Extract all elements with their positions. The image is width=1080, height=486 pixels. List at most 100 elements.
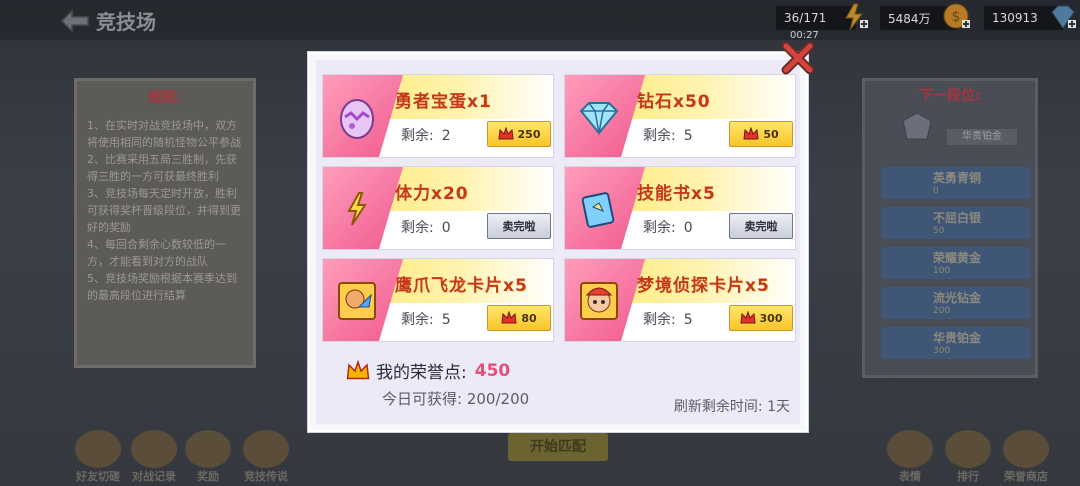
rank-cups: 300: [933, 346, 951, 356]
detective-card-icon: [580, 282, 618, 320]
buy-button[interactable]: 80: [487, 305, 551, 331]
add-stamina-icon[interactable]: [840, 2, 870, 32]
rank-name: 英勇青铜: [933, 171, 982, 185]
button-label: 对战记录: [132, 470, 176, 483]
next-rank-panel: 下一段位: 华贵铂金 英勇青铜 0 不屈白银 50 荣耀黄金 100 流光钻金 …: [862, 78, 1038, 378]
start-match-button[interactable]: 开始匹配: [508, 433, 608, 461]
remaining-label: 剩余:: [401, 220, 434, 236]
leaderboard-icon: [945, 430, 991, 468]
leaderboard-button[interactable]: 排行: [938, 430, 998, 486]
price-value: 300: [759, 311, 783, 325]
daily-value: 200/200: [466, 390, 530, 408]
rules-text: 1、在实时对战竞技场中，双方将使用相同的随机怪物公平参战 2、比赛采用五局三胜制…: [77, 107, 253, 314]
item-remaining: 剩余: 5: [401, 309, 451, 329]
rank-cups: 0: [933, 186, 939, 196]
add-diamond-icon[interactable]: [1048, 2, 1078, 32]
shop-item-card[interactable]: 技能书x5 剩余: 0 卖完啦: [564, 166, 796, 250]
remaining-label: 剩余:: [643, 220, 676, 236]
close-icon[interactable]: [780, 40, 816, 76]
button-label: 表情: [899, 470, 921, 483]
daily-limit: 今日可获得: 200/200: [382, 388, 529, 409]
arena-legend-icon: [243, 430, 289, 468]
crown-icon: [346, 359, 370, 379]
button-label: 荣誉商店: [1004, 470, 1048, 483]
button-label: 奖励: [197, 470, 219, 483]
remaining-value: 5: [441, 312, 451, 328]
rank-row: 流光钻金 200: [881, 287, 1031, 319]
item-remaining: 剩余: 5: [643, 309, 693, 329]
rules-panel: 规则: 1、在实时对战竞技场中，双方将使用相同的随机怪物公平参战 2、比赛采用五…: [74, 78, 256, 368]
shop-item-card[interactable]: 勇者宝蛋x1 剩余: 2 250: [322, 74, 554, 158]
rank-cups: 200: [933, 306, 951, 316]
honor-points: 我的荣誉点: 450: [346, 358, 510, 383]
remaining-value: 0: [683, 220, 693, 236]
stamina-counter[interactable]: 36/171: [776, 3, 868, 31]
button-label: 好友切磋: [76, 470, 120, 483]
battle-record-button[interactable]: 对战记录: [124, 430, 184, 486]
top-bar: 竞技场 36/171 00:27 5484万 $ 130913: [0, 0, 1080, 41]
battle-record-icon: [131, 430, 177, 468]
remaining-label: 剩余:: [401, 312, 434, 328]
crown-icon: [501, 311, 517, 324]
price-value: 50: [763, 127, 779, 141]
sold-out-button: 卖完啦: [487, 213, 551, 239]
lightning-icon: [347, 192, 367, 226]
honor-shop-button[interactable]: 荣誉商店: [996, 430, 1056, 486]
back-button[interactable]: 竞技场: [60, 6, 156, 35]
gold-counter[interactable]: 5484万 $: [880, 3, 970, 30]
sold-out-button: 卖完啦: [729, 213, 793, 239]
honor-value: 450: [474, 360, 511, 381]
rank-name: 流光钻金: [933, 291, 982, 305]
rule-line: 5、竞技场奖励根据本赛季达到的最高段位进行结算: [87, 272, 237, 302]
item-name: 勇者宝蛋x1: [395, 92, 492, 112]
back-arrow-icon: [60, 8, 89, 33]
refresh-timer: 刷新剩余时间: 1天: [674, 396, 790, 416]
rank-name: 荣耀黄金: [933, 251, 982, 265]
item-remaining: 剩余: 0: [401, 217, 451, 237]
rank-cups: 100: [933, 266, 951, 276]
add-gold-icon[interactable]: $: [942, 2, 972, 32]
shop-item-card[interactable]: 体力x20 剩余: 0 卖完啦: [322, 166, 554, 250]
buy-button[interactable]: 300: [729, 305, 793, 331]
reward-button[interactable]: 奖励: [178, 430, 238, 486]
rule-line: 1、在实时对战竞技场中，双方将使用相同的随机怪物公平参战: [87, 119, 241, 149]
emote-icon: [887, 430, 933, 468]
refresh-label: 刷新剩余时间:: [673, 399, 763, 415]
crown-icon: [739, 311, 756, 324]
item-remaining: 剩余: 0: [643, 217, 693, 237]
modal-body: 勇者宝蛋x1 剩余: 2 250 钻石x50 剩余: 5 50 体力x20 剩余…: [316, 60, 800, 424]
current-rank-label: 华贵铂金: [947, 129, 1017, 145]
remaining-value: 2: [441, 128, 451, 144]
diamond-icon: [579, 102, 619, 135]
crown-icon: [743, 127, 759, 140]
next-rank-title: 下一段位:: [919, 88, 981, 104]
rule-line: 2、比赛采用五局三胜制，先获得三胜的一方可获最终胜利: [87, 153, 237, 183]
item-name: 体力x20: [395, 184, 469, 204]
shop-item-card[interactable]: 鹰爪飞龙卡片x5 剩余: 5 80: [322, 258, 554, 342]
rules-title: 规则:: [148, 90, 182, 106]
rank-row: 华贵铂金 300: [881, 327, 1031, 359]
shop-item-card[interactable]: 梦境侦探卡片x5 剩余: 5 300: [564, 258, 796, 342]
item-name: 技能书x5: [637, 184, 716, 204]
buy-button[interactable]: 250: [487, 121, 551, 147]
shop-item-card[interactable]: 钻石x50 剩余: 5 50: [564, 74, 796, 158]
emote-button[interactable]: 表情: [880, 430, 940, 486]
daily-label: 今日可获得:: [382, 390, 463, 408]
dragon-card-icon: [338, 282, 376, 320]
friend-battle-button[interactable]: 好友切磋: [68, 430, 128, 486]
remaining-label: 剩余:: [401, 128, 434, 144]
rank-row: 不屈白银 50: [881, 207, 1031, 239]
item-remaining: 剩余: 2: [401, 125, 451, 145]
arena-legend-button[interactable]: 竞技传说: [236, 430, 296, 486]
rank-badge-icon: [902, 112, 932, 140]
item-name: 钻石x50: [637, 92, 711, 112]
button-label: 排行: [957, 470, 979, 483]
diamond-counter[interactable]: 130913: [984, 5, 1076, 30]
honor-shop-modal: 勇者宝蛋x1 剩余: 2 250 钻石x50 剩余: 5 50 体力x20 剩余…: [308, 52, 808, 432]
egg-icon: [340, 99, 374, 139]
rank-row: 英勇青铜 0: [881, 167, 1031, 199]
crown-icon: [497, 127, 514, 140]
buy-button[interactable]: 50: [729, 121, 793, 147]
price-value: 250: [517, 127, 541, 141]
remaining-value: 0: [441, 220, 451, 236]
